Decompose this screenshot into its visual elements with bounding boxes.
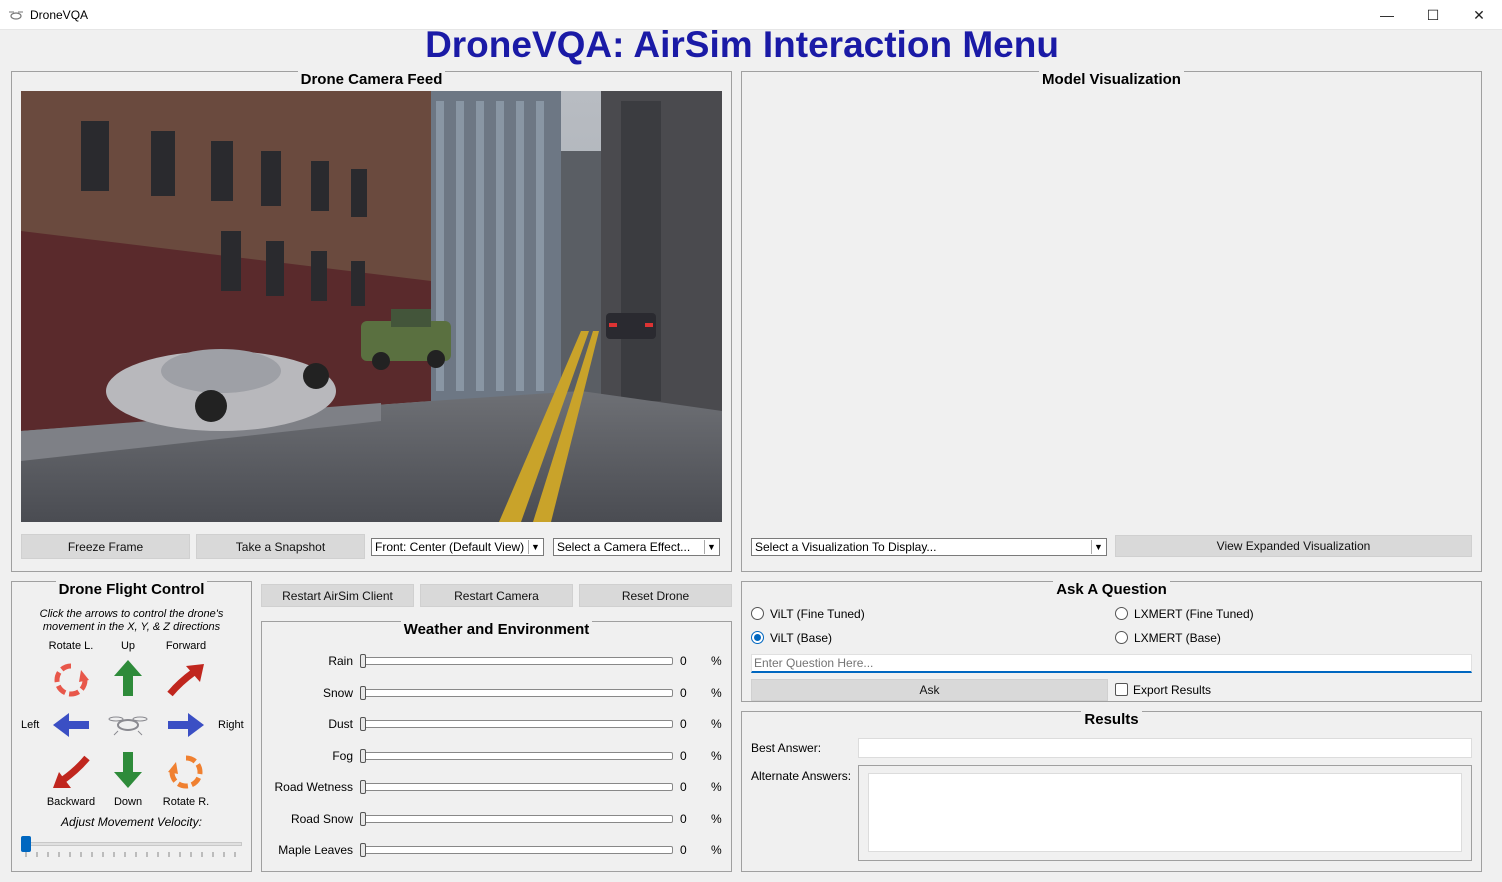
- export-results-checkbox[interactable]: [1115, 683, 1128, 696]
- ask-button[interactable]: Ask: [751, 679, 1108, 701]
- weather-label: Snow: [322, 686, 353, 700]
- camera-panel-title: Drone Camera Feed: [297, 71, 446, 88]
- reset-drone-button[interactable]: Reset Drone: [579, 584, 732, 607]
- weather-unit: %: [711, 686, 722, 700]
- arrow-left-icon[interactable]: [51, 705, 91, 745]
- close-icon: ✕: [1473, 6, 1485, 23]
- camera-view-select[interactable]: Front: Center (Default View) ▼: [371, 538, 544, 556]
- weather-slider-thumb[interactable]: [360, 717, 366, 731]
- weather-unit: %: [711, 749, 722, 763]
- weather-slider-track[interactable]: [361, 689, 673, 697]
- weather-value: 0: [680, 843, 687, 857]
- weather-value: 0: [680, 654, 687, 668]
- rotate-right-label: Rotate R.: [162, 796, 210, 808]
- velocity-slider-thumb[interactable]: [21, 836, 31, 852]
- arrow-up-icon[interactable]: [108, 658, 148, 698]
- weather-slider-track[interactable]: [361, 720, 673, 728]
- weather-slider-track[interactable]: [361, 815, 673, 823]
- arrow-right-icon[interactable]: [166, 705, 206, 745]
- model-radio-lxmert-fine-tuned[interactable]: [1115, 607, 1128, 620]
- forward-label: Forward: [165, 640, 207, 652]
- ask-question-title: Ask A Question: [1053, 581, 1170, 598]
- weather-label: Rain: [328, 654, 353, 668]
- model-radio-vilt-base[interactable]: [751, 631, 764, 644]
- weather-value: 0: [680, 780, 687, 794]
- weather-slider-track[interactable]: [361, 846, 673, 854]
- weather-slider-thumb[interactable]: [360, 780, 366, 794]
- dropdown-arrow-icon: ▼: [1091, 540, 1105, 554]
- weather-slider-thumb[interactable]: [360, 812, 366, 826]
- alternate-answers-field[interactable]: [868, 773, 1462, 852]
- drone-app-icon: [9, 11, 23, 20]
- weather-label: Road Wetness: [274, 780, 354, 794]
- weather-label: Dust: [328, 717, 353, 731]
- visualization-panel-title: Model Visualization: [1039, 71, 1184, 88]
- weather-value: 0: [680, 812, 687, 826]
- export-results-label: Export Results: [1133, 683, 1212, 697]
- weather-slider-thumb[interactable]: [360, 843, 366, 857]
- weather-slider-thumb[interactable]: [360, 654, 366, 668]
- freeze-frame-button[interactable]: Freeze Frame: [21, 534, 190, 559]
- visualization-select-value: Select a Visualization To Display...: [755, 540, 937, 554]
- velocity-label: Adjust Movement Velocity:: [61, 815, 202, 829]
- weather-value: 0: [680, 686, 687, 700]
- model-visualization-panel: Model Visualization: [741, 71, 1482, 572]
- alternate-answers-label: Alternate Answers:: [751, 769, 852, 783]
- weather-slider-track[interactable]: [361, 783, 673, 791]
- velocity-slider-track[interactable]: [21, 842, 242, 846]
- rotate-left-icon[interactable]: [51, 660, 91, 700]
- minimize-icon: —: [1380, 7, 1394, 23]
- model-radio-lxmert-base[interactable]: [1115, 631, 1128, 644]
- dropdown-arrow-icon: ▼: [528, 540, 542, 554]
- camera-view-value: Front: Center (Default View): [375, 540, 525, 554]
- model-option-label: ViLT (Fine Tuned): [770, 607, 865, 621]
- flight-control-instructions: Click the arrows to control the drone's …: [39, 608, 224, 633]
- maximize-icon: ☐: [1426, 6, 1440, 23]
- window-title: DroneVQA: [30, 8, 89, 22]
- velocity-slider-ticks: [25, 852, 236, 857]
- results-title: Results: [1081, 711, 1142, 728]
- view-expanded-visualization-button[interactable]: View Expanded Visualization: [1115, 535, 1472, 557]
- weather-label: Fog: [332, 749, 353, 763]
- weather-slider-thumb[interactable]: [360, 749, 366, 763]
- best-answer-field[interactable]: [858, 738, 1472, 758]
- best-answer-label: Best Answer:: [751, 741, 822, 755]
- camera-effect-select[interactable]: Select a Camera Effect... ▼: [553, 538, 720, 556]
- model-radio-vilt-fine-tuned[interactable]: [751, 607, 764, 620]
- left-label: Left: [21, 719, 40, 731]
- question-input[interactable]: [751, 654, 1472, 673]
- dropdown-arrow-icon: ▼: [704, 540, 718, 554]
- weather-label: Maple Leaves: [278, 843, 353, 857]
- camera-feed-image: [21, 91, 722, 522]
- arrow-backward-icon[interactable]: [51, 752, 91, 792]
- weather-panel-title: Weather and Environment: [400, 621, 593, 638]
- model-option-label: LXMERT (Base): [1134, 631, 1221, 645]
- weather-value: 0: [680, 717, 687, 731]
- weather-unit: %: [711, 780, 722, 794]
- weather-slider-track[interactable]: [361, 752, 673, 760]
- arrow-down-icon[interactable]: [108, 750, 148, 790]
- weather-unit: %: [711, 812, 722, 826]
- weather-unit: %: [711, 654, 722, 668]
- model-option-label: LXMERT (Fine Tuned): [1134, 607, 1254, 621]
- flight-control-title: Drone Flight Control: [55, 581, 208, 598]
- weather-slider-thumb[interactable]: [360, 686, 366, 700]
- model-option-label: ViLT (Base): [770, 631, 833, 645]
- weather-unit: %: [711, 843, 722, 857]
- restart-camera-button[interactable]: Restart Camera: [420, 584, 573, 607]
- weather-slider-track[interactable]: [361, 657, 673, 665]
- restart-airsim-client-button[interactable]: Restart AirSim Client: [261, 584, 414, 607]
- page-title: DroneVQA: AirSim Interaction Menu: [425, 24, 1059, 65]
- weather-label: Road Snow: [290, 812, 353, 826]
- weather-unit: %: [711, 717, 722, 731]
- camera-effect-value: Select a Camera Effect...: [557, 540, 691, 554]
- take-snapshot-button[interactable]: Take a Snapshot: [196, 534, 365, 559]
- weather-value: 0: [680, 749, 687, 763]
- rotate-right-icon[interactable]: [166, 752, 206, 792]
- arrow-forward-icon[interactable]: [166, 660, 206, 700]
- drone-icon: [108, 716, 148, 736]
- visualization-select[interactable]: Select a Visualization To Display... ▼: [751, 538, 1107, 556]
